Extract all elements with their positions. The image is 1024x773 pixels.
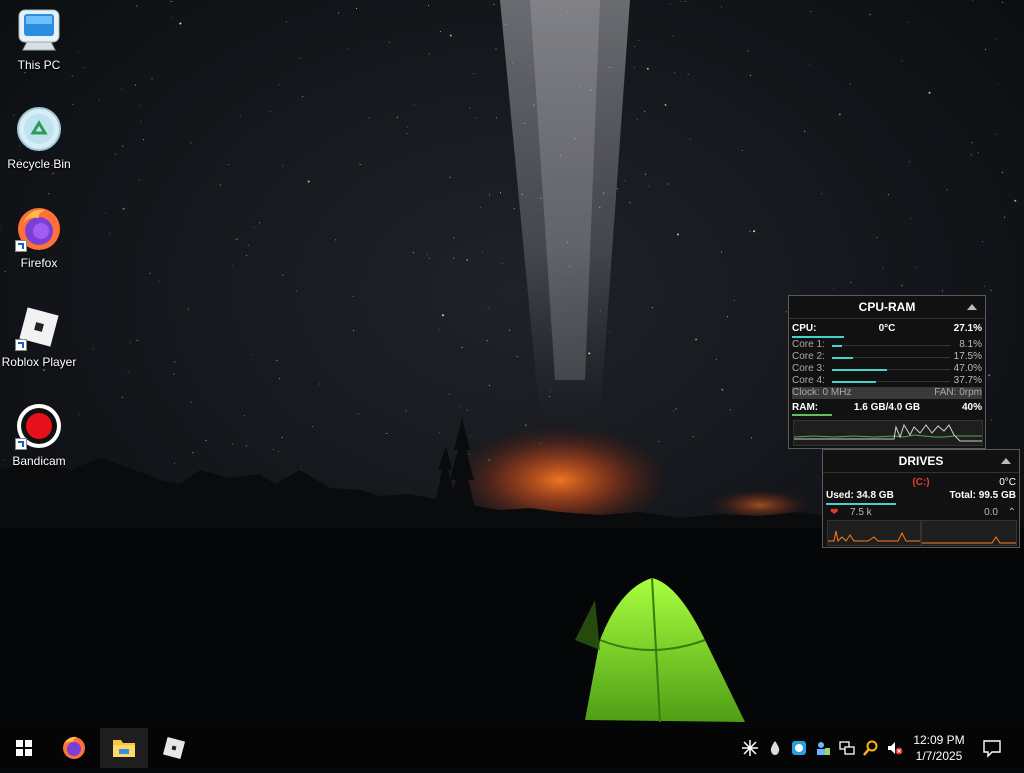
ram-used: 1.6 GB/4.0 GB xyxy=(853,402,921,413)
core-bar xyxy=(832,344,950,347)
drive-read-graph xyxy=(827,520,921,546)
drive-used: Used: 34.8 GB xyxy=(826,490,894,501)
desktop-icon-recycle-bin[interactable]: Recycle Bin xyxy=(0,105,78,171)
cpu-clock: Clock: 0 MHz xyxy=(792,387,852,398)
windows-logo-icon xyxy=(16,740,32,756)
roblox-icon xyxy=(162,736,186,760)
drive-temp: 0°C xyxy=(999,477,1016,488)
desktop-icon-label: Firefox xyxy=(20,256,58,270)
desktop-icon-label: This PC xyxy=(17,58,61,72)
taskbar-roblox[interactable] xyxy=(150,728,198,768)
search-tray-icon[interactable] xyxy=(863,740,879,756)
drive-io-row: ❤ 7.5 k 0.0 ⌃ xyxy=(826,506,1016,520)
cpu-ram-title: CPU-RAM xyxy=(858,300,916,314)
drive-usage-bar xyxy=(826,503,896,505)
core-row: Core 2: 17.5% xyxy=(792,351,982,363)
clock-date: 1/7/2025 xyxy=(915,749,963,763)
roblox-icon xyxy=(15,303,63,351)
collapse-triangle-icon[interactable] xyxy=(1001,458,1011,464)
folder-icon xyxy=(113,740,135,757)
ram-percent: 40% xyxy=(961,402,982,413)
drive-read-rate: 7.5 k xyxy=(850,507,872,518)
core-value: 47.0% xyxy=(953,363,982,374)
firefox-icon xyxy=(63,736,85,759)
droplet-tray-icon[interactable] xyxy=(767,740,783,756)
shortcut-arrow-icon xyxy=(15,339,27,351)
shortcut-arrow-icon xyxy=(15,438,27,450)
desktop-icon-this-pc[interactable]: This PC xyxy=(0,6,78,72)
volume-muted-icon[interactable] xyxy=(887,740,903,756)
cpu-usage: 27.1% xyxy=(953,323,982,334)
core-row: Core 1: 8.1% xyxy=(792,339,982,351)
core-value: 37.7% xyxy=(953,375,982,386)
app-tray-icon[interactable] xyxy=(791,740,807,756)
desktop-icon-bandicam[interactable]: Bandicam xyxy=(0,402,78,468)
read-heart-icon: ❤ xyxy=(830,507,839,518)
drive-write-graph xyxy=(921,520,1017,546)
taskbar: 12:09 PM 1/7/2025 xyxy=(0,728,1024,768)
cpu-usage-bar xyxy=(792,336,844,338)
desktop-icon-label: Recycle Bin xyxy=(7,157,71,171)
core-value: 17.5% xyxy=(953,351,982,362)
desktop-icon-label: Bandicam xyxy=(12,454,66,468)
system-clock[interactable]: 12:09 PM 1/7/2025 xyxy=(906,732,972,764)
core-bar-fill xyxy=(832,380,877,383)
clock-time: 12:09 PM xyxy=(913,733,965,747)
core-bar-fill xyxy=(832,344,842,347)
clock-fan-row: Clock: 0 MHz FAN: 0rpm xyxy=(792,387,982,399)
core-bar-fill xyxy=(832,356,853,359)
core-bar xyxy=(832,380,950,383)
cpu-ram-gadget[interactable]: CPU-RAM CPU: 0°C 27.1% Core 1: 8.1% Core… xyxy=(788,295,986,449)
notification-center-icon[interactable] xyxy=(982,738,1002,758)
core-bar xyxy=(832,368,950,371)
drive-total: Total: 99.5 GB xyxy=(949,490,1017,501)
core-value: 8.1% xyxy=(959,339,982,350)
drives-title: DRIVES xyxy=(898,454,944,468)
fan-speed: FAN: 0rpm xyxy=(934,387,982,398)
core-bar xyxy=(832,356,950,359)
network-tray-icon[interactable] xyxy=(839,740,855,756)
bandicam-icon xyxy=(15,402,63,450)
drives-header: DRIVES xyxy=(823,450,1019,473)
ram-usage-bar xyxy=(792,414,832,416)
people-tray-icon[interactable] xyxy=(815,740,831,756)
taskbar-firefox[interactable] xyxy=(50,728,98,768)
collapse-triangle-icon[interactable] xyxy=(967,304,977,310)
recycle-bin-icon xyxy=(15,105,63,153)
drive-letter: (C:) xyxy=(912,477,930,488)
core-row: Core 3: 47.0% xyxy=(792,363,982,375)
core-label: Core 3: xyxy=(792,363,825,374)
drive-write-rate: 0.0 xyxy=(984,507,998,518)
drive-row: (C:) 0°C xyxy=(826,477,1016,490)
core-label: Core 4: xyxy=(792,375,825,386)
cpu-ram-header: CPU-RAM xyxy=(789,296,985,319)
desktop-icon-firefox[interactable]: Firefox xyxy=(0,204,78,270)
drive-usage-row: Used: 34.8 GB Total: 99.5 GB xyxy=(826,490,1016,503)
cpu-row: CPU: 0°C 27.1% xyxy=(792,323,982,336)
ram-row: RAM: 1.6 GB/4.0 GB 40% xyxy=(792,402,982,414)
this-pc-icon xyxy=(15,6,63,54)
taskbar-file-explorer[interactable] xyxy=(100,728,148,768)
double-chevron-up-icon: ⌃ xyxy=(1007,507,1016,518)
drives-gadget[interactable]: DRIVES (C:) 0°C Used: 34.8 GB Total: 99.… xyxy=(822,449,1020,548)
shortcut-arrow-icon xyxy=(15,240,27,252)
start-button[interactable] xyxy=(0,728,48,768)
bandicam-tray-icon[interactable] xyxy=(742,740,758,756)
ram-bar xyxy=(792,414,982,417)
desktop-icon-roblox-player[interactable]: Roblox Player xyxy=(0,303,78,369)
core-label: Core 1: xyxy=(792,339,825,350)
firefox-icon xyxy=(15,204,63,252)
cpu-ram-history-graph xyxy=(793,420,983,446)
desktop-icon-label: Roblox Player xyxy=(1,355,77,369)
core-bar-fill xyxy=(832,368,888,371)
core-label: Core 2: xyxy=(792,351,825,362)
core-row: Core 4: 37.7% xyxy=(792,375,982,387)
